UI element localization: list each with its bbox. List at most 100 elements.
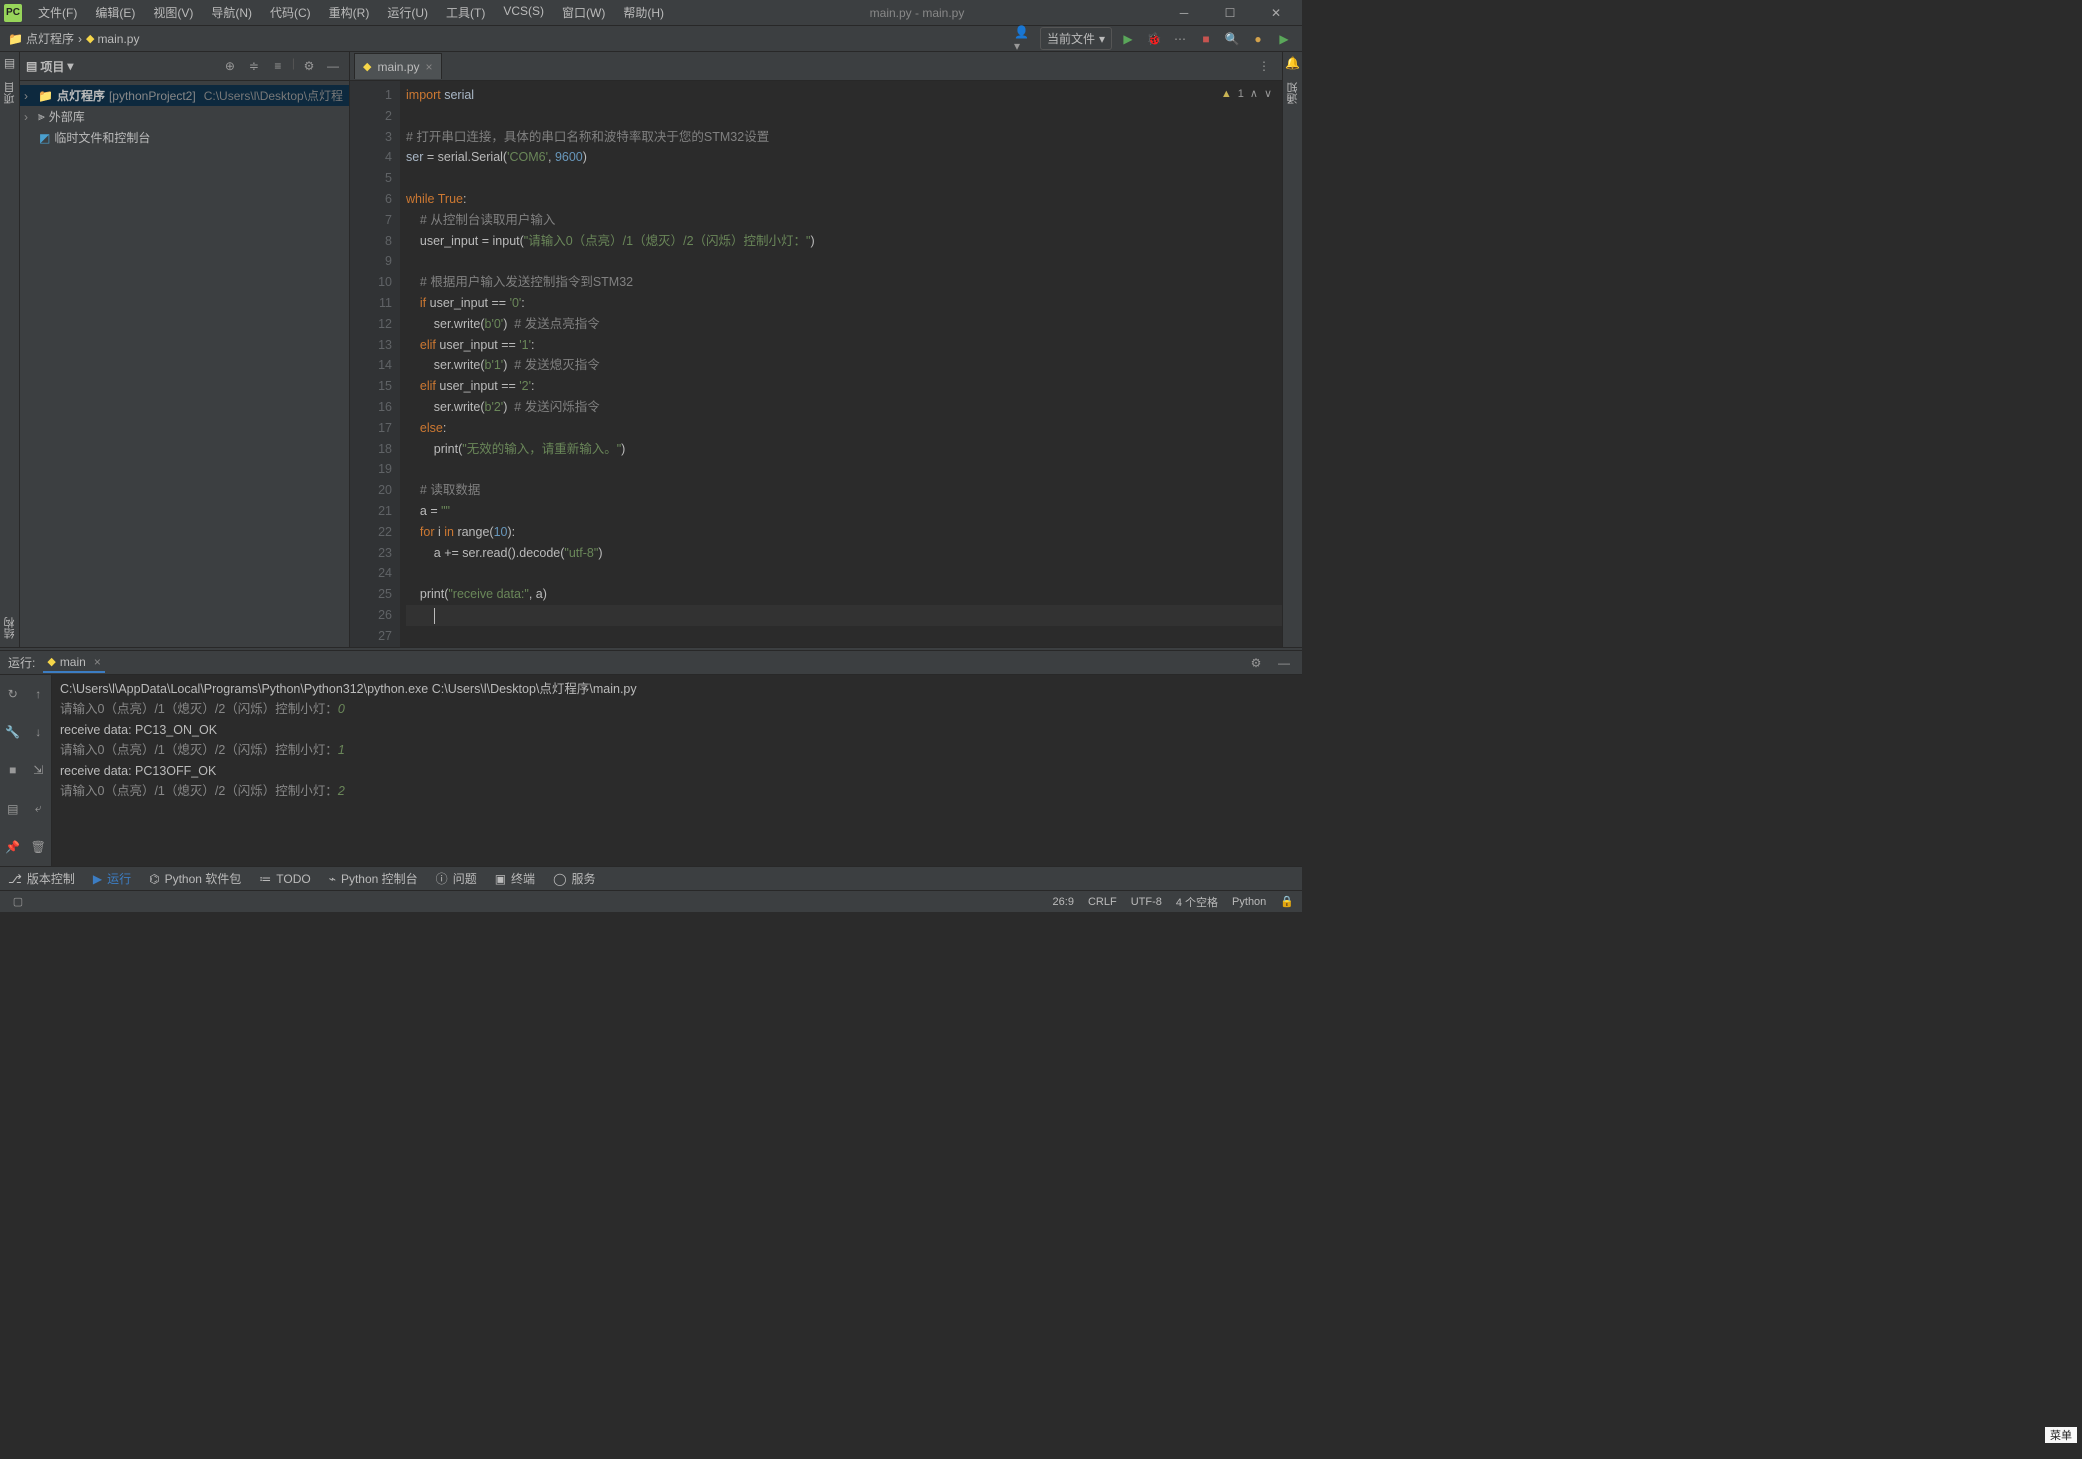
pin-icon[interactable]: 📌 xyxy=(0,828,26,866)
status-indent[interactable]: 4 个空格 xyxy=(1176,894,1218,910)
run-hide-icon[interactable]: — xyxy=(1274,653,1294,673)
python-icon: ◆ xyxy=(47,655,55,668)
left-rail: ▤ 项目 结构 xyxy=(0,52,20,647)
collapse-icon[interactable]: ≡ xyxy=(268,56,288,76)
rail-structure-tab[interactable]: 结构 xyxy=(2,617,18,639)
execute-icon[interactable]: ▶ xyxy=(1274,29,1294,49)
menu-file[interactable]: 文件(F) xyxy=(30,1,85,24)
status-interpreter[interactable]: Python xyxy=(1232,896,1266,908)
menu-edit[interactable]: 编辑(E) xyxy=(87,1,143,24)
menu-run[interactable]: 运行(U) xyxy=(379,1,436,24)
run-tab-main[interactable]: ◆main× xyxy=(43,653,105,673)
ide-update-icon[interactable]: ● xyxy=(1248,29,1268,49)
close-button[interactable]: ✕ xyxy=(1254,1,1298,25)
debug-icon[interactable]: 🐞 xyxy=(1144,29,1164,49)
rail-project-tab[interactable]: 项目 xyxy=(2,82,18,104)
export-icon[interactable]: ⇲ xyxy=(26,751,52,789)
menu-navigate[interactable]: 导航(N) xyxy=(203,1,260,24)
rerun-icon[interactable]: ↻ xyxy=(0,675,26,713)
bt-run[interactable]: ▶运行 xyxy=(93,870,131,887)
tree-root[interactable]: › 📁 点灯程序 [pythonProject2] C:\Users\l\Des… xyxy=(20,85,349,106)
run-icon[interactable]: ▶ xyxy=(1118,29,1138,49)
tab-main-py[interactable]: ◆ main.py × xyxy=(354,53,442,79)
down-icon[interactable]: ↓ xyxy=(26,713,52,751)
branch-icon: ⎇ xyxy=(8,872,22,886)
gear-icon[interactable]: ⚙ xyxy=(299,56,319,76)
breadcrumb-project[interactable]: 📁点灯程序 xyxy=(8,30,74,47)
menu-code[interactable]: 代码(C) xyxy=(262,1,319,24)
status-lock-icon[interactable]: 🔒 xyxy=(1280,895,1294,908)
more-run-icon[interactable]: ⋯ xyxy=(1170,29,1190,49)
folder-icon: 📁 xyxy=(8,32,23,46)
play-icon: ▶ xyxy=(93,872,102,886)
maximize-button[interactable]: ☐ xyxy=(1208,1,1252,25)
services-icon: ◯ xyxy=(553,872,566,886)
locate-icon[interactable]: ⊕ xyxy=(220,56,240,76)
bt-pycon[interactable]: ⌁Python 控制台 xyxy=(329,870,418,887)
project-tree: › 📁 点灯程序 [pythonProject2] C:\Users\l\Des… xyxy=(20,81,349,152)
tree-scratch[interactable]: ◩ 临时文件和控制台 xyxy=(20,127,349,148)
run-gear-icon[interactable]: ⚙ xyxy=(1246,653,1266,673)
status-position[interactable]: 26:9 xyxy=(1053,896,1074,908)
up-icon[interactable]: ↑ xyxy=(26,675,52,713)
menu-window[interactable]: 窗口(W) xyxy=(554,1,613,24)
trash-icon[interactable]: 🗑 xyxy=(26,828,52,866)
menu-vcs[interactable]: VCS(S) xyxy=(495,1,552,24)
status-lineending[interactable]: CRLF xyxy=(1088,896,1117,908)
gutter: 1234567891011121314151617181920212223242… xyxy=(350,81,400,647)
wrench-icon[interactable]: 🔧 xyxy=(0,713,26,751)
menu-refactor[interactable]: 重构(R) xyxy=(321,1,378,24)
menu-view[interactable]: 视图(V) xyxy=(145,1,201,24)
pyconsole-icon: ⌁ xyxy=(329,872,336,886)
tree-extlib-label: 外部库 xyxy=(49,108,85,125)
floating-menu-badge[interactable]: 菜单 xyxy=(2045,1427,2077,1443)
menu-tools[interactable]: 工具(T) xyxy=(438,1,493,24)
status-encoding[interactable]: UTF-8 xyxy=(1131,896,1162,908)
prev-highlight-icon[interactable]: ∧ xyxy=(1250,87,1258,100)
sidebar-title[interactable]: ▤ 项目 ▾ xyxy=(26,58,73,75)
chevron-right-icon[interactable]: › xyxy=(24,89,34,103)
rail-folder-icon[interactable]: ▤ xyxy=(4,56,15,70)
editor[interactable]: 1234567891011121314151617181920212223242… xyxy=(350,81,1282,647)
minimize-button[interactable]: ─ xyxy=(1162,1,1206,25)
stop2-icon[interactable]: ■ xyxy=(0,751,26,789)
bt-services[interactable]: ◯服务 xyxy=(553,870,595,887)
wrap-icon[interactable]: ⤶ xyxy=(26,789,52,828)
sb-sidebar-toggle-icon[interactable]: ▢ xyxy=(8,892,28,912)
stop-icon[interactable]: ■ xyxy=(1196,29,1216,49)
bottom-toolbar: ⎇版本控制 ▶运行 ⌬Python 软件包 ≔TODO ⌁Python 控制台 … xyxy=(0,866,1302,890)
bt-problems[interactable]: ⓘ问题 xyxy=(436,870,477,887)
next-highlight-icon[interactable]: ∨ xyxy=(1264,87,1272,100)
editor-area: ◆ main.py × ⋮ 12345678910111213141516171… xyxy=(350,52,1282,647)
bt-vcs[interactable]: ⎇版本控制 xyxy=(8,870,75,887)
account-icon[interactable]: 👤▾ xyxy=(1014,29,1034,49)
search-icon[interactable]: 🔍 xyxy=(1222,29,1242,49)
code-content[interactable]: import serial# 打开串口连接，具体的串口名称和波特率取决于您的ST… xyxy=(400,81,1282,647)
editor-tabs: ◆ main.py × ⋮ xyxy=(350,52,1282,81)
bt-terminal[interactable]: ▣终端 xyxy=(495,870,535,887)
tree-extlib[interactable]: › ⫸ 外部库 xyxy=(20,106,349,127)
tabs-more-icon[interactable]: ⋮ xyxy=(1254,56,1274,76)
tab-close-icon[interactable]: × xyxy=(426,60,433,74)
bell-icon[interactable]: 🔔 xyxy=(1285,56,1300,70)
titlebar: PC 文件(F) 编辑(E) 视图(V) 导航(N) 代码(C) 重构(R) 运… xyxy=(0,0,1302,26)
inspection-widget[interactable]: ▲ 1 ∧ ∨ xyxy=(1221,87,1272,100)
breadcrumb-file[interactable]: ◆main.py xyxy=(86,32,140,46)
layout-icon[interactable]: ▤ xyxy=(0,789,26,828)
rail-notifications[interactable]: 通知 xyxy=(1285,82,1301,104)
expand-icon[interactable]: ≑ xyxy=(244,56,264,76)
tree-root-mod: [pythonProject2] xyxy=(109,89,196,103)
bt-packages[interactable]: ⌬Python 软件包 xyxy=(149,870,241,887)
python-icon: ◆ xyxy=(86,32,94,45)
chevron-right-icon[interactable]: › xyxy=(24,110,34,124)
runconfig-dropdown[interactable]: 当前文件 ▾ xyxy=(1040,27,1112,50)
scratch-icon: ◩ xyxy=(39,131,50,145)
breadcrumb-sep: › xyxy=(78,32,82,46)
menu-help[interactable]: 帮助(H) xyxy=(615,1,672,24)
python-icon: ◆ xyxy=(363,60,371,73)
bt-todo[interactable]: ≔TODO xyxy=(259,872,310,886)
run-tab-close-icon[interactable]: × xyxy=(94,655,101,669)
warning-count: 1 xyxy=(1238,88,1244,100)
console-output[interactable]: C:\Users\l\AppData\Local\Programs\Python… xyxy=(52,675,1302,866)
hide-icon[interactable]: — xyxy=(323,56,343,76)
